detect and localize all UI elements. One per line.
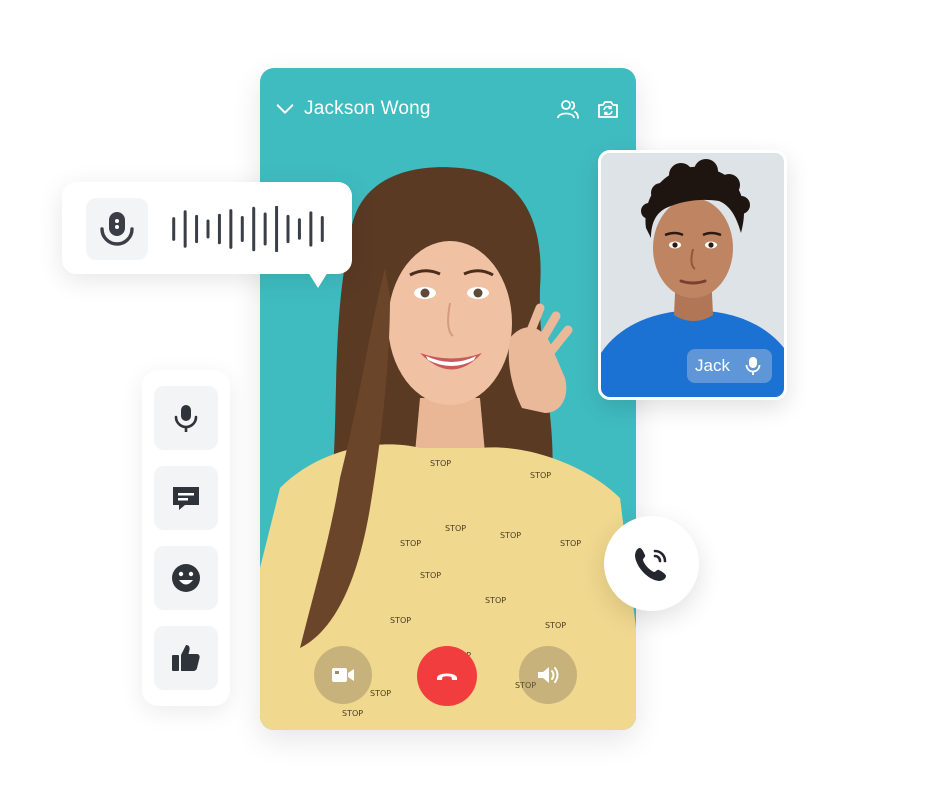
video-camera-icon bbox=[332, 668, 354, 682]
audio-waveform bbox=[172, 206, 324, 252]
microphone-icon bbox=[745, 357, 761, 375]
camera-toggle-button[interactable] bbox=[314, 646, 372, 704]
chat-button[interactable] bbox=[154, 466, 218, 530]
microphone-icon bbox=[100, 212, 134, 246]
action-toolbar bbox=[142, 370, 230, 706]
svg-text:STOP: STOP bbox=[390, 616, 411, 625]
emoji-button[interactable] bbox=[154, 546, 218, 610]
participants-icon[interactable] bbox=[556, 97, 580, 121]
svg-text:STOP: STOP bbox=[500, 531, 521, 540]
chevron-down-icon[interactable] bbox=[274, 98, 296, 120]
caller-name: Jackson Wong bbox=[304, 98, 431, 119]
hang-up-icon bbox=[437, 673, 457, 680]
participant-name-tag: Jack bbox=[687, 349, 772, 383]
end-call-button[interactable] bbox=[417, 646, 477, 706]
video-call-window: STOP STOP STOP STOP STOP STOP STOP STOP STOP… bbox=[260, 68, 636, 730]
like-button[interactable] bbox=[154, 626, 218, 690]
caller-video: STOP STOP STOP STOP STOP STOP STOP STOP STOP… bbox=[260, 167, 636, 730]
chat-icon bbox=[173, 487, 199, 510]
emoji-icon bbox=[172, 564, 200, 592]
microphone-button[interactable] bbox=[154, 386, 218, 450]
switch-camera-icon[interactable] bbox=[596, 97, 620, 121]
speaker-button[interactable] bbox=[519, 646, 577, 704]
svg-text:STOP: STOP bbox=[560, 539, 581, 548]
svg-text:STOP: STOP bbox=[545, 621, 566, 630]
bubble-tail bbox=[308, 272, 328, 288]
svg-text:STOP: STOP bbox=[530, 471, 551, 480]
voice-message-bubble[interactable] bbox=[62, 182, 352, 288]
svg-text:STOP: STOP bbox=[342, 709, 363, 718]
call-controls bbox=[260, 646, 636, 708]
microphone-icon bbox=[174, 405, 198, 432]
participant-name: Jack bbox=[695, 356, 730, 375]
svg-text:STOP: STOP bbox=[485, 596, 506, 605]
svg-text:STOP: STOP bbox=[400, 539, 421, 548]
phone-ringing-icon bbox=[634, 547, 666, 581]
voice-mic-button[interactable] bbox=[86, 198, 148, 260]
self-view-thumbnail[interactable]: Jack bbox=[598, 150, 787, 400]
incoming-call-button[interactable] bbox=[604, 516, 699, 611]
thumbs-up-icon bbox=[172, 645, 200, 671]
speaker-icon bbox=[538, 667, 559, 683]
svg-text:STOP: STOP bbox=[445, 524, 466, 533]
call-header: Jackson Wong bbox=[260, 68, 636, 150]
svg-text:STOP: STOP bbox=[420, 571, 441, 580]
svg-text:STOP: STOP bbox=[430, 459, 451, 468]
